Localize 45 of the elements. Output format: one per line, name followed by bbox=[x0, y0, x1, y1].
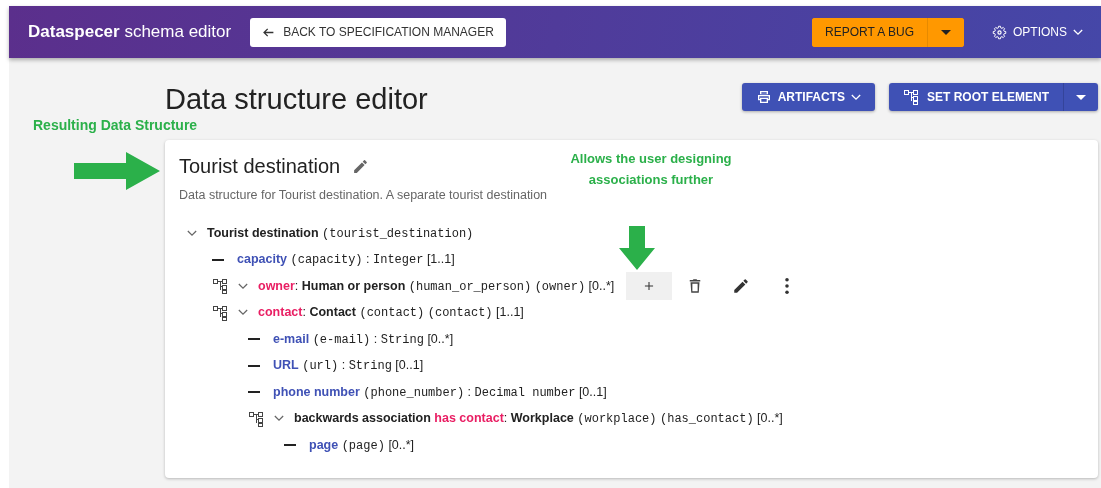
dash-icon bbox=[248, 364, 260, 367]
arrow-icon bbox=[74, 152, 160, 190]
dash-icon bbox=[248, 391, 260, 394]
tree-item-label: page (page) [0..*] bbox=[309, 437, 415, 453]
chevron-down-icon[interactable] bbox=[238, 309, 248, 317]
structure-description: Data structure for Tourist destination. A separate tourist destination bbox=[179, 188, 548, 202]
hierarchy-icon bbox=[903, 89, 919, 105]
annotation-text: Resulting Data Structure bbox=[33, 117, 198, 133]
tree-item-label: e-mail (e-mail) : String [0..*] bbox=[273, 331, 454, 347]
dash-icon bbox=[212, 258, 224, 261]
tree-item-label: backwards association has contact: Workplace (workplace) (has_contact) [0..*] bbox=[294, 411, 783, 427]
chevron-down-icon[interactable] bbox=[238, 282, 248, 290]
chevron-down-icon[interactable] bbox=[274, 415, 284, 423]
tree-item-label: phone number (phone_number) : Decimal number [0..1] bbox=[273, 384, 607, 400]
tree-item-label: Tourist destination (tourist_destination) bbox=[207, 225, 474, 241]
printer-icon bbox=[755, 89, 772, 105]
chevron-down-icon bbox=[1073, 28, 1083, 36]
more-icon bbox=[785, 278, 790, 295]
hierarchy-icon bbox=[212, 304, 228, 321]
edit-icon bbox=[732, 277, 751, 296]
structure-title: Tourist destination bbox=[179, 155, 341, 178]
hierarchy-icon bbox=[248, 410, 264, 427]
caret-icon bbox=[1076, 94, 1086, 100]
options-button[interactable]: OPTIONS bbox=[986, 23, 1089, 41]
set-root-button[interactable]: SET ROOT ELEMENT bbox=[889, 83, 1063, 111]
tree-item-label: URL (url) : String [0..1] bbox=[273, 358, 424, 374]
tree-item-label: capacity (capacity) : Integer [1..1] bbox=[237, 252, 455, 268]
edit-icon[interactable] bbox=[352, 158, 370, 175]
hierarchy-icon bbox=[212, 278, 228, 295]
back-button[interactable]: BACK TO SPECIFICATION MANAGER bbox=[250, 17, 506, 47]
chevron-down-icon[interactable] bbox=[187, 229, 197, 237]
dash-icon bbox=[284, 444, 296, 447]
caret-icon bbox=[941, 29, 951, 35]
dropdown-button[interactable] bbox=[927, 17, 964, 47]
tree-item-label: contact: Contact (contact) (contact) [1..1] bbox=[258, 305, 524, 321]
dash-icon bbox=[248, 338, 260, 341]
chevron-down-icon bbox=[851, 93, 861, 101]
annotation-text: Allows the user designing associations further bbox=[569, 150, 733, 189]
artifacts-button[interactable]: ARTIFACTS bbox=[741, 83, 875, 111]
tree-item-label: owner: Human or person (human_or_person) (owner) [0..*] bbox=[258, 278, 615, 294]
arrow-icon bbox=[619, 226, 655, 270]
settings-icon bbox=[992, 24, 1007, 40]
page-title: Data structure editor bbox=[165, 82, 428, 116]
app-title: Dataspecer schema editor bbox=[28, 22, 232, 42]
dropdown-button[interactable] bbox=[1063, 83, 1098, 111]
